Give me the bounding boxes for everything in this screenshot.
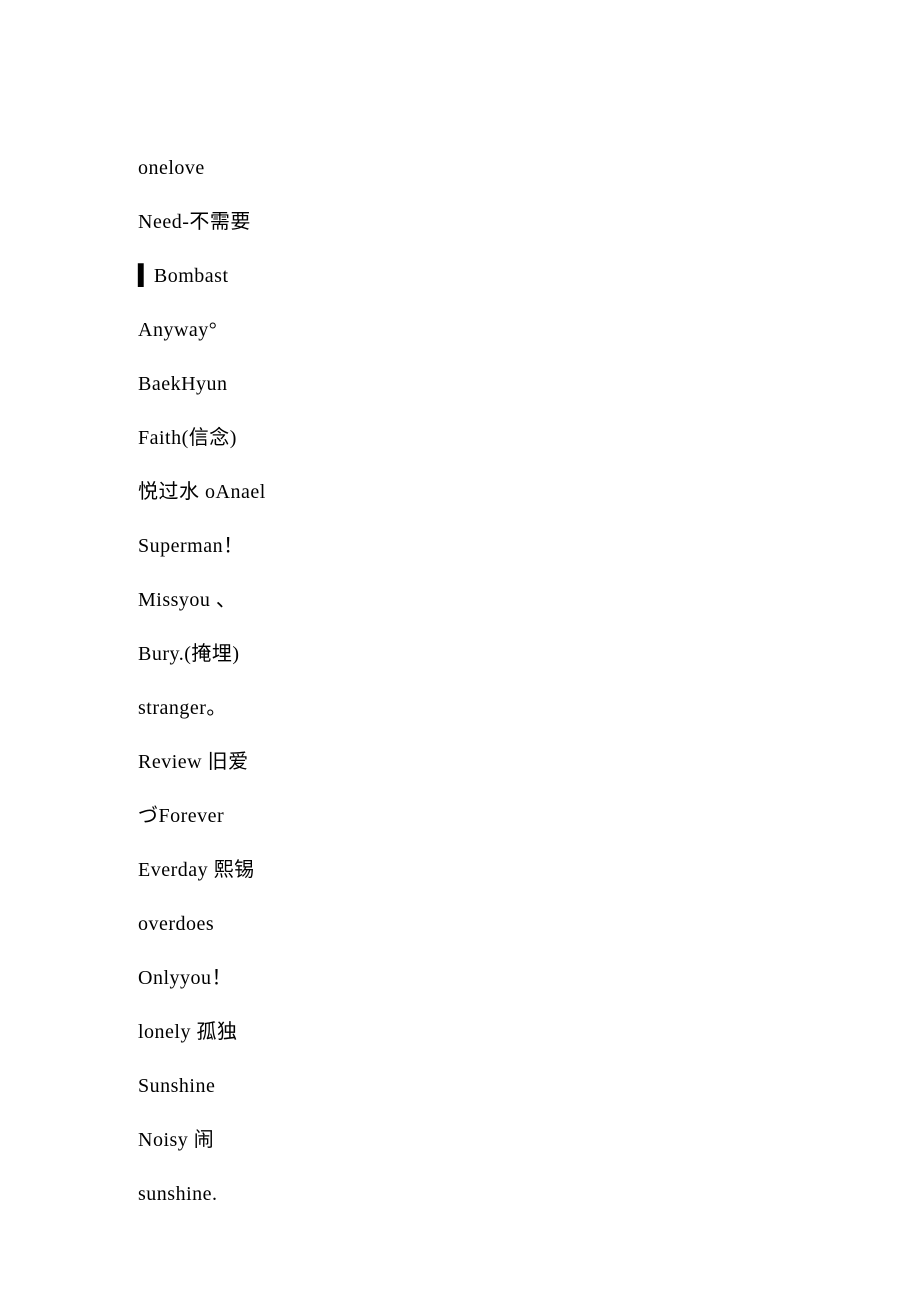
text-line: Faith(信念) [138,428,920,448]
text-line: Review 旧爱 [138,752,920,772]
text-line: stranger。 [138,698,920,718]
text-line: Everday 熙锡 [138,860,920,880]
text-line: Onlyyou！ [138,968,920,988]
text-line: onelove [138,158,920,178]
text-line: 悦过水 oAnael [138,482,920,502]
text-line: ▍Bombast [138,266,920,286]
text-line: lonely 孤独 [138,1022,920,1042]
text-line: Anyway° [138,320,920,340]
text-line: sunshine. [138,1184,920,1204]
text-line: Need-不需要 [138,212,920,232]
text-line: Sunshine [138,1076,920,1096]
text-line: Missyou 、 [138,590,920,610]
text-line: overdoes [138,914,920,934]
text-line: Noisy 闹 [138,1130,920,1150]
text-line: づForever [138,806,920,826]
text-line: BaekHyun [138,374,920,394]
text-line: Superman！ [138,536,920,556]
document-content: onelove Need-不需要 ▍Bombast Anyway° BaekHy… [138,158,920,1204]
text-line: Bury.(掩埋) [138,644,920,664]
